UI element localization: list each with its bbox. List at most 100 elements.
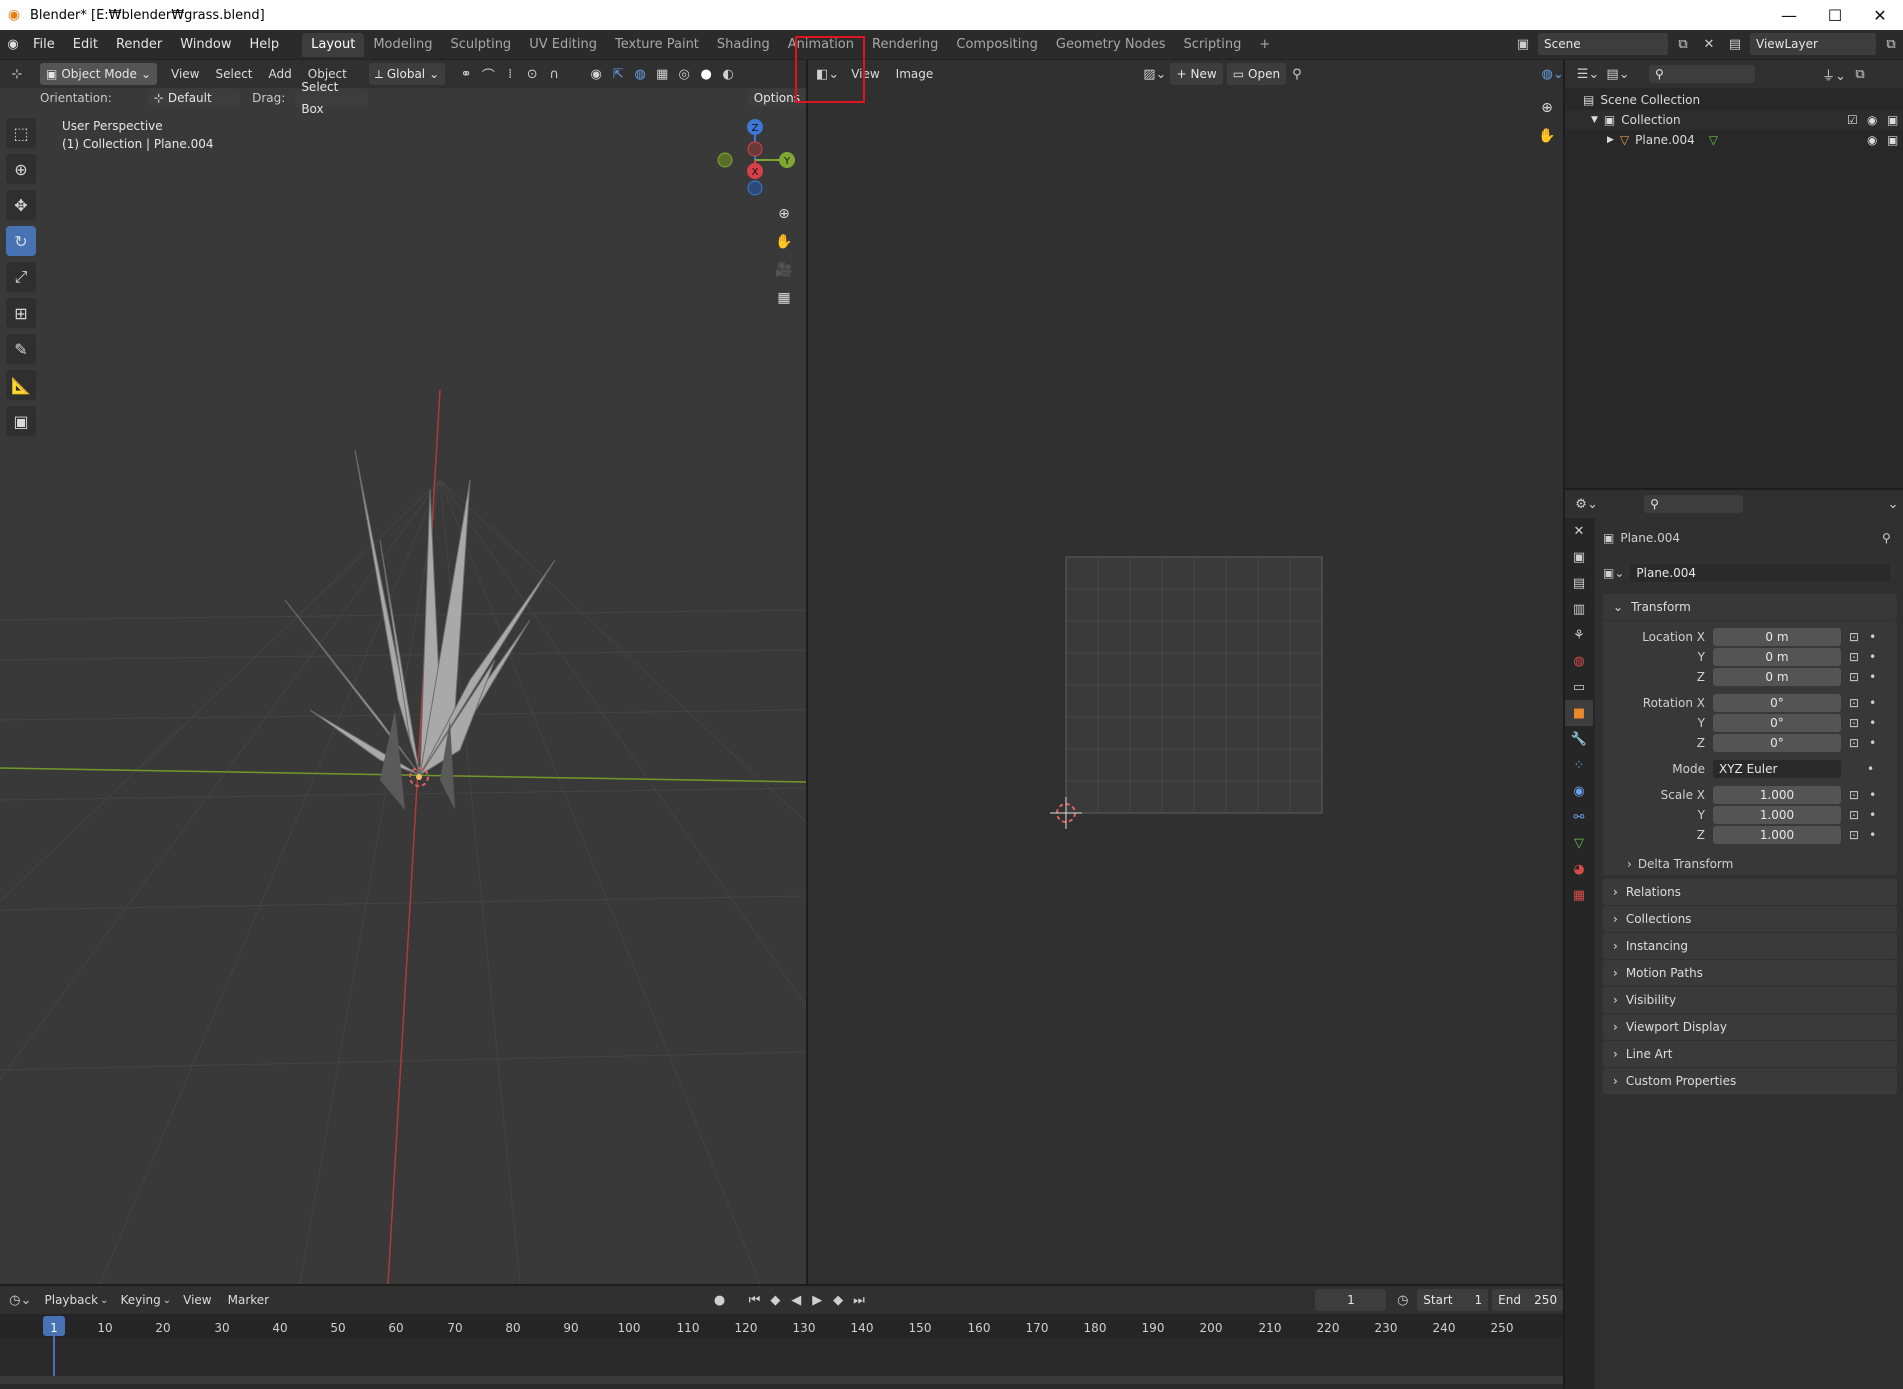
lock-icon[interactable]: ⊡ (1849, 670, 1859, 684)
lock-icon[interactable]: ⊡ (1849, 736, 1859, 750)
tree-row-collection[interactable]: ▼ ▣ Collection ☑ ◉ ▣ (1565, 110, 1903, 130)
tab-uv-editing[interactable]: UV Editing (520, 33, 606, 57)
lock-icon[interactable]: ⊡ (1849, 716, 1859, 730)
panel-motion-paths[interactable]: › Motion Paths (1603, 960, 1897, 986)
keyframe-dot-icon[interactable]: • (1869, 788, 1876, 802)
pin-icon[interactable]: ⚲ (1882, 531, 1891, 545)
move-tool-icon[interactable]: ✥ (6, 190, 36, 220)
lock-icon[interactable]: ⊡ (1849, 696, 1859, 710)
material-shading-icon[interactable]: ◐ (717, 63, 739, 85)
menu-keying[interactable]: Keying (120, 1293, 160, 1307)
expand-arrow-icon[interactable]: ▼ (1591, 115, 1598, 125)
orientation-dropdown[interactable]: ⊹ Default (147, 89, 241, 107)
blender-menu-icon[interactable]: ◉ (2, 34, 24, 56)
xray-icon[interactable]: ▦ (651, 63, 673, 85)
eye-icon[interactable]: ◉ (1867, 133, 1877, 147)
object-name-field[interactable]: Plane.004 (1630, 564, 1891, 582)
rotation-mode-dropdown[interactable]: XYZ Euler (1713, 760, 1841, 778)
menu-help[interactable]: Help (241, 33, 289, 57)
cursor-tool-icon[interactable]: ⊕ (6, 154, 36, 184)
display-mode-icon[interactable]: ▤⌄ (1603, 63, 1633, 85)
tool-tab-icon[interactable]: ✕ (1565, 518, 1593, 544)
menu-add[interactable]: Add (269, 67, 292, 81)
close-button[interactable]: ✕ (1857, 0, 1903, 30)
transform-orientation-dropdown[interactable]: ⟂ Global ⌄ (368, 63, 446, 85)
timeline-type-icon[interactable]: ◷⌄ (6, 1289, 35, 1311)
lock-icon[interactable]: ⊡ (1849, 650, 1859, 664)
lock-icon[interactable]: ⊡ (1849, 828, 1859, 842)
menu-file[interactable]: File (24, 33, 64, 57)
tree-row-plane[interactable]: ▶ ▽ Plane.004 ▽ ◉ ▣ (1565, 130, 1903, 150)
start-frame-field[interactable]: Start 1 (1417, 1289, 1489, 1311)
tab-scripting[interactable]: Scripting (1175, 33, 1251, 57)
keyframe-dot-icon[interactable]: • (1869, 828, 1876, 842)
keyframe-dot-icon[interactable]: • (1869, 630, 1876, 644)
falloff-icon[interactable]: ∩ (543, 63, 565, 85)
tab-texture-paint[interactable]: Texture Paint (606, 33, 708, 57)
lock-icon[interactable]: ⊡ (1849, 808, 1859, 822)
pin-icon[interactable]: ⚲ (1292, 63, 1302, 85)
add-workspace-button[interactable]: + (1250, 33, 1279, 57)
drag-dropdown[interactable]: Select Box (295, 80, 368, 116)
scene-selector-icon[interactable]: ▣ (1512, 33, 1534, 55)
properties-search-input[interactable]: ⚲ (1644, 495, 1744, 513)
next-keyframe-icon[interactable]: ◆ (828, 1289, 849, 1311)
panel-line-art[interactable]: › Line Art (1603, 1041, 1897, 1067)
render-tab-icon[interactable]: ▣ (1565, 544, 1593, 570)
keyframe-dot-icon[interactable]: • (1869, 650, 1876, 664)
overlay-toggle-icon[interactable]: ◍⌄ (1542, 63, 1564, 85)
image-browse-icon[interactable]: ▨⌄ (1143, 63, 1166, 85)
location-x-field[interactable]: 0 m (1713, 628, 1841, 646)
visibility-icon[interactable]: ◉ (585, 63, 607, 85)
panel-viewport-display[interactable]: › Viewport Display (1603, 1014, 1897, 1040)
panel-visibility[interactable]: › Visibility (1603, 987, 1897, 1013)
end-frame-field[interactable]: End 250 (1492, 1289, 1564, 1311)
location-y-field[interactable]: 0 m (1713, 648, 1841, 666)
menu-timeline-view[interactable]: View (183, 1293, 211, 1307)
particles-tab-icon[interactable]: ⁘ (1565, 752, 1593, 778)
object-tab-icon[interactable]: ■ (1565, 700, 1593, 726)
menu-select[interactable]: Select (215, 67, 252, 81)
view-layer-tab-icon[interactable]: ▥ (1565, 596, 1593, 622)
prev-keyframe-icon[interactable]: ◆ (765, 1289, 786, 1311)
scale-y-field[interactable]: 1.000 (1713, 806, 1841, 824)
pivot-icon[interactable]: ⚭ (455, 63, 477, 85)
expand-arrow-icon[interactable]: ▶ (1607, 135, 1614, 145)
new-viewlayer-icon[interactable]: ⧉ (1880, 33, 1902, 55)
camera-render-icon[interactable]: ▣ (1887, 113, 1898, 127)
scale-tool-icon[interactable]: ⤢ (6, 262, 36, 292)
new-image-button[interactable]: + New (1170, 63, 1223, 85)
pan-hand-icon[interactable]: ✋ (770, 228, 798, 256)
play-icon[interactable]: ▶ (807, 1289, 828, 1311)
viewlayer-field[interactable]: ViewLayer (1750, 33, 1876, 55)
new-scene-icon[interactable]: ⧉ (1672, 33, 1694, 55)
zoom-icon[interactable]: ⊕ (770, 200, 798, 228)
filter-icon[interactable]: ⏚⌄ (1819, 63, 1849, 85)
modifier-tab-icon[interactable]: 🔧 (1565, 726, 1593, 752)
timeline[interactable]: ◷⌄ Playback ⌄ Keying ⌄ View Marker ● ⏮ ◆… (0, 1286, 1564, 1389)
snap-icon[interactable]: ⌒ (477, 63, 499, 85)
collection-tab-icon[interactable]: ▭ (1565, 674, 1593, 700)
viewport-3d[interactable]: ⊹ ▣ Object Mode ⌄ View Select Add Object ⟂… (0, 60, 806, 1284)
menu-edit[interactable]: Edit (64, 33, 107, 57)
keyframe-dot-icon[interactable]: • (1867, 762, 1874, 776)
texture-tab-icon[interactable]: ▦ (1565, 882, 1593, 908)
tab-rendering[interactable]: Rendering (863, 33, 947, 57)
panel-instancing[interactable]: › Instancing (1603, 933, 1897, 959)
current-frame-field[interactable]: 1 (1315, 1289, 1387, 1311)
tab-compositing[interactable]: Compositing (947, 33, 1047, 57)
mode-dropdown[interactable]: ▣ Object Mode ⌄ (40, 63, 157, 85)
menu-playback[interactable]: Playback (45, 1293, 99, 1307)
tab-shading[interactable]: Shading (708, 33, 779, 57)
panel-relations[interactable]: › Relations (1603, 879, 1897, 905)
jump-end-icon[interactable]: ⏭ (849, 1289, 870, 1311)
keyframe-dot-icon[interactable]: • (1869, 808, 1876, 822)
rotation-x-field[interactable]: 0° (1713, 694, 1841, 712)
minimize-button[interactable]: — (1766, 0, 1812, 30)
data-tab-icon[interactable]: ▽ (1565, 830, 1593, 856)
tab-layout[interactable]: Layout (302, 32, 365, 57)
properties-editor[interactable]: ⚙⌄ ⚲ ⌄ ✕ ▣ ▤ ▥ ⚘ ◍ ▭ ■ 🔧 ⁘ ◉ ⚯ ▽ ◕ ▦ ▣ P… (1565, 490, 1903, 1389)
outliner-search-input[interactable]: ⚲ (1649, 65, 1755, 83)
pan-hand-icon[interactable]: ✋ (1533, 122, 1561, 150)
exclude-checkbox[interactable]: ☑ (1847, 113, 1858, 127)
